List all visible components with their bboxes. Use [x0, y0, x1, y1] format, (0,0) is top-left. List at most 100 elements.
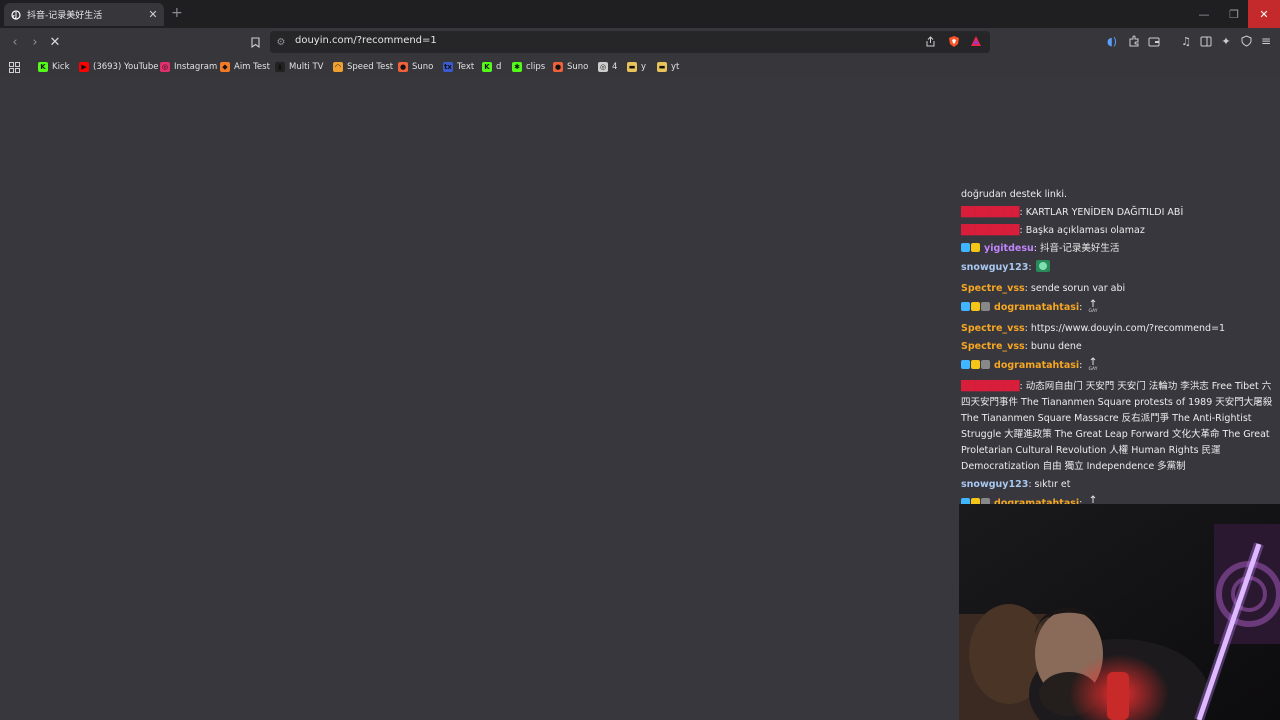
chat-badge-icon: [981, 302, 990, 311]
gay-emote-icon: GAY: [1085, 299, 1101, 319]
bookmark-label: 4: [612, 62, 618, 72]
forward-icon[interactable]: ›: [26, 33, 44, 51]
chat-message: ████████: KARTLAR YENİDEN DAĞITILDI ABİ: [961, 207, 1184, 218]
chat-message: dogramatahtasi: GAY: [958, 298, 1280, 320]
menu-icon[interactable]: ≡: [1258, 33, 1274, 49]
chat-message: dogramatahtasi: GAY: [958, 356, 1280, 378]
bookmark-favicon-icon: ◎: [160, 62, 170, 72]
chat-badge-icon: [961, 302, 970, 311]
tiktok-icon: [10, 9, 22, 21]
chat-username[interactable]: dogramatahtasi: [994, 302, 1079, 313]
new-tab-icon[interactable]: +: [171, 5, 183, 21]
bookmark-item[interactable]: ▬ y: [627, 60, 646, 74]
extensions-icon[interactable]: [1126, 33, 1142, 49]
chat-text: Başka açıklaması olamaz: [1025, 225, 1145, 236]
bookmark-label: clips: [526, 62, 546, 72]
bookmark-label: Suno: [567, 62, 589, 72]
chat-username[interactable]: ████████: [961, 381, 1019, 392]
page-content: [0, 78, 958, 720]
bookmark-item[interactable]: ◎ Instagram: [160, 60, 217, 74]
bookmark-item[interactable]: Kd: [482, 60, 501, 74]
bookmark-item[interactable]: ◠ Speed Test: [333, 60, 393, 74]
bookmark-favicon-icon: K: [38, 62, 48, 72]
chat-message: doğrudan destek linki.: [958, 186, 1280, 204]
chat-username[interactable]: Spectre_vss: [961, 283, 1025, 294]
bookmark-favicon-icon: ▬: [627, 62, 637, 72]
stop-icon[interactable]: ✕: [46, 33, 64, 51]
bookmark-label: Aim Test: [234, 62, 270, 72]
chat-message: yigitdesu: 抖音-记录美好生活: [958, 240, 1280, 258]
bookmark-favicon-icon: ◎: [598, 62, 608, 72]
bookmark-item[interactable]: ▶ (3693) YouTube: [79, 60, 159, 74]
title-bar: [0, 0, 1280, 28]
chat-badge-icon: [961, 360, 970, 369]
tab-close-icon[interactable]: ✕: [146, 8, 160, 21]
bookmark-favicon-icon: K: [482, 62, 492, 72]
chat-text: sıktır et: [1034, 479, 1071, 490]
chat-text: sende sorun var abi: [1030, 283, 1126, 294]
chat-text: doğrudan destek linki.: [961, 189, 1068, 200]
bookmark-item[interactable]: ◆ Aim Test: [220, 60, 270, 74]
vpn-icon[interactable]: [1238, 33, 1254, 49]
chat-badge-icon: [971, 360, 980, 369]
wallet-icon[interactable]: [1146, 33, 1162, 49]
bookmark-item[interactable]: K Kick: [38, 60, 70, 74]
back-icon[interactable]: ‹: [6, 33, 24, 51]
sidebar-icon[interactable]: [1198, 33, 1214, 49]
brave-shield-icon[interactable]: [946, 33, 962, 49]
chat-text: bunu dene: [1030, 341, 1082, 352]
chat-message: ████████: 动态网自由门 天安門 天安门 法輪功 李洪志 Free Ti…: [961, 381, 1273, 472]
apps-grid-icon[interactable]: [6, 59, 22, 75]
bookmark-item[interactable]: ✱ clips: [512, 60, 545, 74]
tab-douyin[interactable]: 抖音-记录美好生活 ✕: [4, 3, 164, 26]
chat-message: snowguy123: sıktır et: [961, 479, 1071, 490]
chat-username[interactable]: yigitdesu: [984, 243, 1034, 254]
bookmark-item[interactable]: ▮ Multi TV: [275, 60, 324, 74]
close-window-icon[interactable]: ✕: [1248, 0, 1280, 28]
bookmark-label: Speed Test: [347, 62, 394, 72]
speaker-icon[interactable]: ◖): [1104, 33, 1120, 49]
maximize-icon[interactable]: ❐: [1218, 0, 1250, 28]
bookmark-item[interactable]: ● Suno: [553, 60, 588, 74]
brave-rewards-icon[interactable]: [968, 33, 984, 49]
bookmark-label: yt: [671, 62, 680, 72]
bookmark-label: Instagram: [174, 62, 218, 72]
tab-title: 抖音-记录美好生活: [27, 11, 103, 21]
webcam-image: [959, 504, 1280, 720]
music-icon[interactable]: ♫: [1178, 33, 1194, 49]
chat-badge-icon: [971, 243, 980, 252]
chat-text: 动态网自由门 天安門 天安门 法輪功 李洪志 Free Tibet 六四天安門事…: [961, 381, 1273, 472]
chat-username[interactable]: ████████: [961, 225, 1019, 236]
bookmark-favicon-icon: ✱: [512, 62, 522, 72]
site-settings-icon[interactable]: ⚙: [272, 33, 290, 51]
chat-message: Spectre_vss: https://www.douyin.com/?rec…: [961, 323, 1226, 334]
chat-username[interactable]: Spectre_vss: [961, 341, 1025, 352]
chat-username[interactable]: snowguy123: [961, 262, 1028, 273]
leo-ai-icon[interactable]: ✦: [1218, 33, 1234, 49]
minimize-icon[interactable]: —: [1188, 0, 1220, 28]
bookmark-label: Text: [457, 62, 475, 72]
chat-badge-icon: [961, 243, 970, 252]
bookmark-favicon-icon: ▬: [657, 62, 667, 72]
bookmark-item[interactable]: ● Suno: [398, 60, 433, 74]
bookmark-label: Multi TV: [289, 62, 324, 72]
chat-message: ████████: Başka açıklaması olamaz: [961, 225, 1145, 236]
bookmark-item[interactable]: tx Text: [443, 60, 474, 74]
chat-badge-icon: [981, 360, 990, 369]
webcam-overlay: [959, 504, 1280, 720]
bookmark-favicon-icon: ▶: [79, 62, 89, 72]
chat-username[interactable]: ████████: [961, 207, 1019, 218]
bookmark-label: y: [641, 62, 647, 72]
bookmark-icon[interactable]: [246, 33, 264, 51]
chat-message: Spectre_vss: sende sorun var abi: [961, 283, 1126, 294]
green-emote-icon: [1035, 259, 1051, 279]
chat-username[interactable]: Spectre_vss: [961, 323, 1025, 334]
bookmark-item[interactable]: ◎ 4: [598, 60, 617, 74]
chat-username[interactable]: dogramatahtasi: [994, 360, 1079, 371]
bookmark-item[interactable]: ▬ yt: [657, 60, 679, 74]
url-text[interactable]: douyin.com/?recommend=1: [295, 35, 437, 46]
share-icon[interactable]: [922, 33, 938, 49]
chat-username[interactable]: snowguy123: [961, 479, 1028, 490]
chat-text: KARTLAR YENİDEN DAĞITILDI ABİ: [1025, 207, 1184, 218]
chat-text: https://www.douyin.com/?recommend=1: [1030, 323, 1226, 334]
